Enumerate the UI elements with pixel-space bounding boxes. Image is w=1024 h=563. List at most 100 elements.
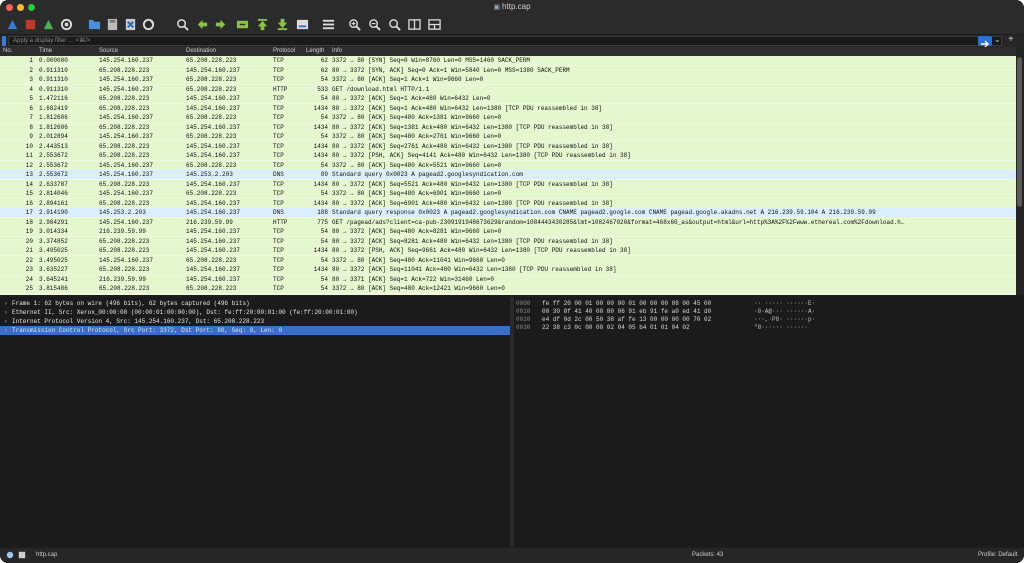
packet-row[interactable]: 10 2.443513 65.208.228.223 145.254.160.237 T… — [0, 141, 1016, 151]
packet-cell-time: 0.911310 — [39, 66, 68, 74]
packet-row[interactable]: 24 3.645241 216.239.59.99 145.254.160.237 TC… — [0, 274, 1016, 284]
main-toolbar — [0, 14, 1024, 34]
packet-row[interactable]: 14 2.633787 65.208.228.223 145.254.160.237 T… — [0, 179, 1016, 189]
detail-tree-label: Internet Protocol Version 4, Src: 145.25… — [12, 318, 265, 325]
packet-row[interactable]: 22 3.495025 145.254.160.237 65.208.228.223 T… — [0, 255, 1016, 265]
filter-dropdown-icon[interactable]: ⌄ — [994, 35, 1001, 44]
stop-capture-icon[interactable] — [22, 16, 38, 32]
packet-cell-proto: TCP — [273, 285, 284, 292]
hex-ascii[interactable]: ·0·A@··· ······A· — [754, 308, 815, 315]
column-header-source[interactable]: Source — [99, 48, 118, 54]
packet-row[interactable]: 20 3.374852 65.208.228.223 145.254.160.237 T… — [0, 236, 1016, 246]
status-profile[interactable]: Profile: Default — [978, 552, 1017, 558]
title-bar: ▣ http.cap — [0, 0, 1024, 14]
start-capture-icon[interactable] — [4, 16, 20, 32]
packet-row[interactable]: 18 2.984291 145.254.160.237 216.239.59.99 HT… — [0, 217, 1016, 227]
detail-tree-item[interactable]: › Ethernet II, Src: Xerox_00:00:00 (00:00… — [0, 308, 510, 317]
packet-row[interactable]: 9 2.012894 145.254.160.237 65.208.228.223 TC… — [0, 132, 1016, 141]
normal-size-icon[interactable] — [386, 16, 402, 32]
packet-row[interactable]: 2 0.911310 65.208.228.223 145.254.160.237 TC… — [0, 65, 1016, 75]
apply-filter-button[interactable] — [978, 36, 992, 48]
colorize-icon[interactable] — [320, 16, 336, 32]
packet-row[interactable]: 1 0.000000 145.254.160.237 65.208.228.223 TC… — [0, 56, 1016, 65]
packet-cell-info: 80 → 3372 [SYN, ACK] Seq=0 Ack=1 Win=584… — [332, 66, 570, 74]
column-header-protocol[interactable]: Protocol — [273, 48, 295, 54]
open-file-icon[interactable] — [86, 16, 102, 32]
packet-row[interactable]: 17 2.914190 145.253.2.203 145.254.160.237 DN… — [0, 208, 1016, 217]
expand-arrow-icon[interactable]: › — [4, 309, 8, 316]
status-file-name: http.cap — [36, 552, 58, 558]
detail-tree-item[interactable]: › Internet Protocol Version 4, Src: 145.2… — [0, 317, 510, 326]
go-to-packet-icon[interactable] — [234, 16, 250, 32]
packet-row[interactable]: 19 3.014334 216.239.59.99 145.254.160.237 TC… — [0, 227, 1016, 236]
scrollbar-thumb[interactable] — [1017, 57, 1022, 207]
packet-row[interactable]: 7 1.812606 145.254.160.237 65.208.228.223 TC… — [0, 113, 1016, 122]
save-file-icon[interactable] — [104, 16, 120, 32]
capture-options-icon[interactable] — [58, 16, 74, 32]
column-header-destination[interactable]: Destination — [186, 48, 216, 54]
packet-row[interactable]: 13 2.553672 145.254.160.237 145.253.2.203 DN… — [0, 170, 1016, 179]
bookmark-icon[interactable] — [2, 36, 6, 46]
display-filter-input[interactable]: Apply a display filter … <⌘/> — [8, 36, 1002, 46]
expand-arrow-icon[interactable]: › — [4, 300, 8, 307]
hex-ascii[interactable]: "8······ ······ — [754, 324, 808, 331]
hex-bytes[interactable]: 22 38 c3 0c 00 00 02 04 05 b4 01 01 04 0… — [542, 324, 690, 331]
packet-row[interactable]: 15 2.814046 145.254.160.237 65.208.228.223 T… — [0, 189, 1016, 198]
packet-row[interactable]: 5 1.472116 65.208.228.223 145.254.160.237 TC… — [0, 94, 1016, 103]
go-forward-icon[interactable] — [212, 16, 228, 32]
resize-columns-icon[interactable] — [406, 16, 422, 32]
packet-cell-dst: 145.254.160.237 — [186, 275, 241, 283]
packet-row[interactable]: 25 3.815486 65.208.228.223 65.208.228.223 TC… — [0, 284, 1016, 293]
add-filter-button[interactable]: + — [1008, 34, 1014, 45]
auto-scroll-icon[interactable] — [294, 16, 310, 32]
hex-ascii[interactable]: ···,·P8· ······p· — [754, 316, 815, 323]
packet-cell-info: 3372 → 80 [ACK] Seq=480 Ack=11041 Win=96… — [332, 256, 505, 264]
column-header-no[interactable]: No. — [3, 48, 12, 54]
packet-cell-dst: 216.239.59.99 — [186, 218, 233, 226]
packet-row[interactable]: 3 0.911310 145.254.160.237 65.208.228.223 TC… — [0, 75, 1016, 84]
column-header-length[interactable]: Length — [306, 48, 324, 54]
packet-cell-dst: 145.254.160.237 — [186, 95, 241, 102]
column-header-info[interactable]: Info — [332, 48, 342, 54]
packet-row[interactable]: 16 2.894161 65.208.228.223 145.254.160.237 T… — [0, 198, 1016, 208]
detail-tree-item[interactable]: › Transmission Control Protocol, Src Port… — [0, 326, 510, 335]
detail-tree-item[interactable]: › Frame 1: 62 bytes on wire (496 bits), 6… — [0, 299, 510, 308]
hex-bytes[interactable]: 00 30 0f 41 40 00 80 06 91 eb 91 fe a0 e… — [542, 308, 711, 315]
packet-cell-proto: HTTP — [273, 218, 288, 226]
packet-row[interactable]: 21 3.495025 65.208.228.223 145.254.160.237 T… — [0, 246, 1016, 255]
expert-info-icon[interactable] — [6, 551, 14, 561]
go-back-icon[interactable] — [194, 16, 210, 32]
expand-arrow-icon[interactable]: › — [4, 327, 8, 334]
last-packet-icon[interactable] — [274, 16, 290, 32]
zoom-out-icon[interactable] — [366, 16, 382, 32]
packet-cell-time: 3.635227 — [39, 266, 68, 273]
hex-bytes[interactable]: e4 df 0d 2c 00 50 38 af fe 13 00 00 00 0… — [542, 316, 711, 323]
first-packet-icon[interactable] — [254, 16, 270, 32]
packet-list-scrollbar[interactable] — [1016, 47, 1024, 295]
hex-bytes[interactable]: fe ff 20 00 01 00 00 00 01 00 00 00 08 0… — [542, 300, 711, 307]
packet-cell-len: 54 — [320, 114, 328, 121]
hex-ascii[interactable]: ·· ····· ······E· — [754, 300, 815, 307]
layout-icon[interactable] — [426, 16, 442, 32]
packet-cell-proto: TCP — [273, 180, 284, 188]
close-file-icon[interactable] — [122, 16, 138, 32]
packet-row[interactable]: 11 2.553672 65.208.228.223 145.254.160.237 T… — [0, 151, 1016, 160]
packet-cell-info: 3372 → 80 [SYN] Seq=0 Win=8760 Len=0 MSS… — [332, 57, 531, 64]
column-header-time[interactable]: Time — [39, 48, 52, 54]
packet-row[interactable]: 4 0.911310 145.254.160.237 65.208.228.223 HT… — [0, 84, 1016, 94]
packet-cell-no: 3 — [29, 76, 33, 83]
expand-arrow-icon[interactable]: › — [4, 318, 8, 325]
packet-list-header: No. Time Source Destination Protocol Len… — [0, 47, 1016, 56]
packet-cell-dst: 145.254.160.237 — [186, 209, 241, 216]
packet-cell-src: 65.208.228.223 — [99, 95, 150, 102]
reload-file-icon[interactable] — [140, 16, 156, 32]
capture-comment-icon[interactable] — [18, 551, 26, 561]
packet-row[interactable]: 12 2.553672 145.254.160.237 65.208.228.223 T… — [0, 160, 1016, 170]
packet-row[interactable]: 23 3.635227 65.208.228.223 145.254.160.237 T… — [0, 265, 1016, 274]
zoom-in-icon[interactable] — [346, 16, 362, 32]
packet-row[interactable]: 8 1.812606 65.208.228.223 145.254.160.237 TC… — [0, 122, 1016, 132]
packet-row[interactable]: 6 1.682419 65.208.228.223 145.254.160.237 TC… — [0, 103, 1016, 113]
restart-capture-icon[interactable] — [40, 16, 56, 32]
packet-cell-len: 54 — [320, 76, 328, 83]
find-packet-icon[interactable] — [174, 16, 190, 32]
